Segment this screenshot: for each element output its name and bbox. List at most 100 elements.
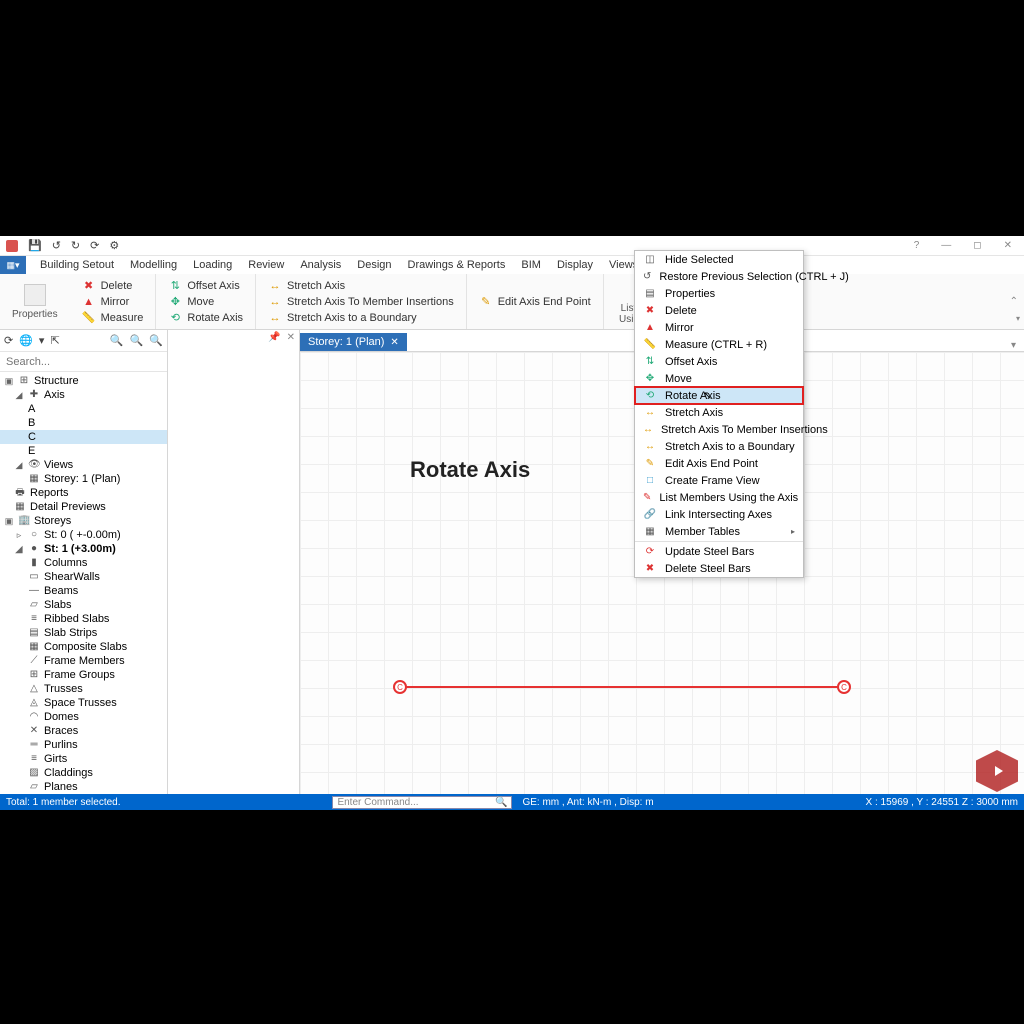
dropdown-icon[interactable]: ▾ — [39, 334, 45, 347]
menu-loading[interactable]: Loading — [185, 259, 240, 271]
ctx-mirror[interactable]: ▲Mirror — [635, 319, 803, 336]
zoom-in-icon[interactable]: 🔍 — [110, 334, 124, 347]
tree-storey-plan[interactable]: ▦Storey: 1 (Plan) — [0, 472, 167, 486]
ctx-list-members[interactable]: ✎List Members Using the Axis — [635, 489, 803, 506]
menu-display[interactable]: Display — [549, 259, 601, 271]
tree-views[interactable]: ◢👁Views — [0, 458, 167, 472]
dock-close-icon[interactable]: ✕ — [287, 332, 295, 343]
tree-trusses[interactable]: △Trusses — [0, 682, 167, 696]
tab-close-icon[interactable]: ✕ — [390, 337, 398, 348]
tab-overflow-icon[interactable]: ▾ — [1003, 340, 1024, 351]
ctx-offset-axis[interactable]: ⇅Offset Axis — [635, 353, 803, 370]
ctx-move[interactable]: ✥Move — [635, 370, 803, 387]
ctx-properties[interactable]: ▤Properties — [635, 285, 803, 302]
ribbon-stretch-member[interactable]: ↔Stretch Axis To Member Insertions — [266, 295, 456, 309]
tree-claddings[interactable]: ▨Claddings — [0, 766, 167, 780]
tree-ribbed-slabs[interactable]: ≡Ribbed Slabs — [0, 612, 167, 626]
refresh-icon[interactable]: ⟳ — [4, 334, 13, 347]
menu-building-setout[interactable]: Building Setout — [32, 259, 122, 271]
tree-slab-strips[interactable]: ▤Slab Strips — [0, 626, 167, 640]
ribbon-stretch-boundary[interactable]: ↔Stretch Axis to a Boundary — [266, 311, 456, 325]
tree-axis[interactable]: ◢✚Axis — [0, 388, 167, 402]
tree-axis-b[interactable]: B — [0, 416, 167, 430]
help-icon[interactable]: ? — [908, 240, 926, 251]
command-input[interactable]: Enter Command...🔍 — [332, 796, 512, 809]
tree-detail-previews[interactable]: ▦Detail Previews — [0, 500, 167, 514]
view-tab[interactable]: Storey: 1 (Plan) ✕ — [300, 333, 407, 351]
tree-axis-c[interactable]: C — [0, 430, 167, 444]
tree-planes[interactable]: ▱Planes — [0, 780, 167, 794]
save-icon[interactable]: 💾 — [28, 239, 42, 252]
tree-shearwalls[interactable]: ▭ShearWalls — [0, 570, 167, 584]
menu-drawings-reports[interactable]: Drawings & Reports — [400, 259, 514, 271]
ribbon-collapse-icon[interactable]: ⌃ — [1010, 296, 1018, 307]
ctx-stretch-axis[interactable]: ↔Stretch Axis — [635, 404, 803, 421]
menu-design[interactable]: Design — [349, 259, 399, 271]
zoom-out-icon[interactable]: 🔍 — [149, 334, 163, 347]
ribbon-mirror[interactable]: ▲Mirror — [80, 295, 146, 309]
ribbon-measure[interactable]: 📏Measure — [80, 311, 146, 325]
search-input[interactable] — [0, 352, 167, 371]
tree-frame-members[interactable]: ⟋Frame Members — [0, 654, 167, 668]
ctx-update-steel[interactable]: ⟳Update Steel Bars — [635, 543, 803, 560]
ctx-delete-steel[interactable]: ✖Delete Steel Bars — [635, 560, 803, 577]
undo-icon[interactable]: ↺ — [52, 239, 61, 252]
ctx-delete[interactable]: ✖Delete — [635, 302, 803, 319]
tree-axis-a[interactable]: A — [0, 402, 167, 416]
zoom-reset-icon[interactable]: 🔍 — [130, 334, 144, 347]
redo-icon[interactable]: ↻ — [71, 239, 80, 252]
axis-line[interactable] — [400, 686, 850, 688]
tree-beams[interactable]: —Beams — [0, 584, 167, 598]
settings-icon[interactable]: ⚙ — [109, 239, 119, 252]
ctx-create-frame-view[interactable]: □Create Frame View — [635, 472, 803, 489]
menu-analysis[interactable]: Analysis — [292, 259, 349, 271]
ctx-measure[interactable]: 📏Measure (CTRL + R) — [635, 336, 803, 353]
search-field[interactable] — [0, 352, 167, 372]
tree-purlins[interactable]: ═Purlins — [0, 738, 167, 752]
tree-st1[interactable]: ◢●St: 1 (+3.00m) — [0, 542, 167, 556]
refresh-icon[interactable]: ⟳ — [90, 239, 99, 252]
menu-modelling[interactable]: Modelling — [122, 259, 185, 271]
ctx-rotate-axis[interactable]: ⟲Rotate Axis↖ — [635, 387, 803, 404]
menu-bim[interactable]: BIM — [513, 259, 549, 271]
ribbon-offset-axis[interactable]: ⇅Offset Axis — [166, 279, 245, 293]
tree-structure[interactable]: ▣⊞Structure — [0, 374, 167, 388]
tree-composite-slabs[interactable]: ▦Composite Slabs — [0, 640, 167, 654]
ribbon-rotate-axis[interactable]: ⟲Rotate Axis — [166, 311, 245, 325]
tree-braces[interactable]: ✕Braces — [0, 724, 167, 738]
ribbon-delete[interactable]: ✖Delete — [80, 279, 146, 293]
ctx-stretch-member[interactable]: ↔Stretch Axis To Member Insertions — [635, 421, 803, 438]
tree-girts[interactable]: ≡Girts — [0, 752, 167, 766]
axis-endpoint-left[interactable]: C — [393, 680, 407, 694]
minimize-icon[interactable]: — — [935, 240, 957, 251]
tree-icon[interactable]: ⇱ — [50, 334, 59, 347]
ctx-member-tables[interactable]: ▦Member Tables▸ — [635, 523, 803, 540]
tree-frame-groups[interactable]: ⊞Frame Groups — [0, 668, 167, 682]
tree-axis-e[interactable]: E — [0, 444, 167, 458]
pin-icon[interactable]: 📌 — [268, 332, 280, 343]
ctx-hide-selected[interactable]: ◫Hide Selected — [635, 251, 803, 268]
axis-endpoint-right[interactable]: C — [837, 680, 851, 694]
ctx-stretch-boundary[interactable]: ↔Stretch Axis to a Boundary — [635, 438, 803, 455]
tree-reports[interactable]: 🖶Reports — [0, 486, 167, 500]
tree-slabs[interactable]: ▱Slabs — [0, 598, 167, 612]
ribbon-stretch-axis[interactable]: ↔Stretch Axis — [266, 279, 456, 293]
menu-review[interactable]: Review — [240, 259, 292, 271]
menu-handle[interactable]: ▦▾ — [0, 256, 26, 274]
ribbon-move[interactable]: ✥Move — [166, 295, 245, 309]
ctx-link-intersecting[interactable]: 🔗Link Intersecting Axes — [635, 506, 803, 523]
ribbon-edit-endpoint[interactable]: ✎Edit Axis End Point — [477, 295, 593, 309]
search-icon[interactable]: 🔍 — [495, 797, 507, 808]
ctx-edit-endpoint[interactable]: ✎Edit Axis End Point — [635, 455, 803, 472]
ctx-restore-selection[interactable]: ↺Restore Previous Selection (CTRL + J) — [635, 268, 803, 285]
tree-columns[interactable]: ▮Columns — [0, 556, 167, 570]
close-icon[interactable]: ✕ — [998, 240, 1018, 251]
tab-dropdown-icon[interactable]: ▾ — [1016, 314, 1020, 323]
ribbon-properties[interactable]: Properties — [0, 274, 70, 329]
globe-icon[interactable]: 🌐 — [19, 334, 33, 347]
tree-st0[interactable]: ▹○St: 0 ( +-0.00m) — [0, 528, 167, 542]
tree-domes[interactable]: ◠Domes — [0, 710, 167, 724]
tree-storeys[interactable]: ▣🏢Storeys — [0, 514, 167, 528]
maximize-icon[interactable]: ◻ — [967, 240, 987, 251]
tree-space-trusses[interactable]: ◬Space Trusses — [0, 696, 167, 710]
